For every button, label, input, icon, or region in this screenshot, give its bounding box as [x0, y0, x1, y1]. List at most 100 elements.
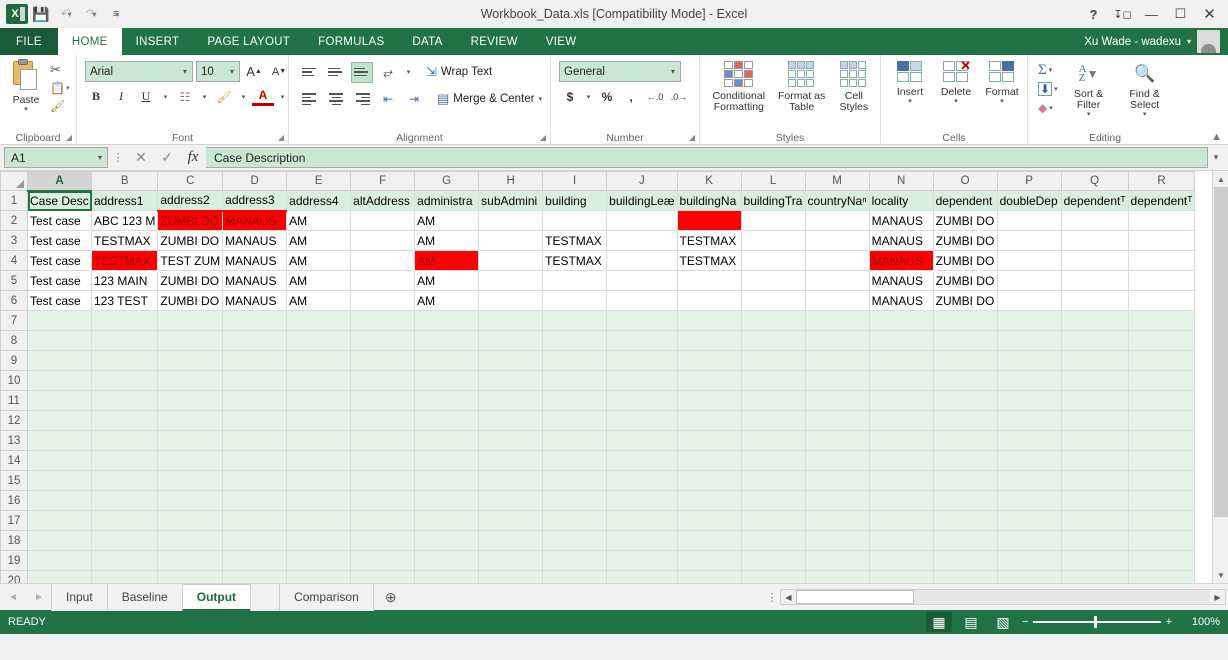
cell-B8[interactable] [91, 330, 159, 351]
cell-Q2[interactable] [1061, 210, 1129, 231]
cell-H10[interactable] [478, 370, 544, 391]
fill-color-icon[interactable]: 🖌 [213, 86, 235, 107]
cell-I5[interactable] [542, 270, 608, 291]
cell-R13[interactable] [1128, 430, 1196, 451]
vertical-scroll-thumb[interactable] [1214, 187, 1228, 517]
vertical-scrollbar[interactable]: ▲ ▼ [1212, 171, 1228, 583]
cell-M19[interactable] [805, 550, 870, 571]
paste-button[interactable]: Paste ▾ [4, 59, 48, 113]
sheet-tab-comparison[interactable]: Comparison [279, 583, 374, 611]
cell-N9[interactable] [869, 350, 934, 371]
format-painter-button[interactable]: 🖌 [50, 97, 69, 115]
cell-A20[interactable] [27, 570, 92, 583]
cell-M12[interactable] [805, 410, 870, 431]
cell-Q9[interactable] [1061, 350, 1129, 371]
cell-M11[interactable] [805, 390, 870, 411]
cell-H2[interactable] [478, 210, 544, 231]
cell-M14[interactable] [805, 450, 870, 471]
cell-L15[interactable] [741, 470, 806, 491]
cell-B9[interactable] [91, 350, 159, 371]
cell-B13[interactable] [91, 430, 159, 451]
cell-K13[interactable] [677, 430, 742, 451]
cell-J8[interactable] [606, 330, 678, 351]
cell-D6[interactable]: MANAUS [222, 290, 288, 311]
cell-N11[interactable] [869, 390, 934, 411]
column-header-C[interactable]: C [157, 171, 224, 191]
cell-J4[interactable] [606, 250, 678, 271]
minimize-button[interactable]: — [1137, 2, 1166, 26]
row-header-17[interactable]: 17 [0, 510, 28, 531]
cell-A19[interactable] [27, 550, 92, 571]
cell-A3[interactable]: Test case [27, 230, 92, 251]
cell-E3[interactable]: AM [286, 230, 352, 251]
cell-K3[interactable]: TESTMAX [677, 230, 742, 251]
column-header-M[interactable]: M [804, 171, 870, 191]
cell-C17[interactable] [157, 510, 224, 531]
cell-E11[interactable] [286, 390, 352, 411]
cell-L10[interactable] [741, 370, 806, 391]
dialog-launcher-icon[interactable]: ◢ [66, 133, 72, 142]
cell-O4[interactable]: ZUMBI DO [933, 250, 998, 271]
cell-M17[interactable] [805, 510, 870, 531]
cell-C16[interactable] [157, 490, 224, 511]
dialog-launcher-icon[interactable]: ◢ [689, 133, 695, 142]
cell-F9[interactable] [350, 350, 416, 371]
cell-C9[interactable] [157, 350, 224, 371]
cell-J18[interactable] [606, 530, 678, 551]
cell-G7[interactable] [414, 310, 480, 331]
cell-M1[interactable]: countryNaⁿ [805, 190, 870, 211]
borders-dropdown[interactable]: ▾ [199, 86, 210, 107]
cell-C19[interactable] [157, 550, 224, 571]
undo-icon[interactable]: ↶ ▾ [54, 3, 78, 25]
cell-I19[interactable] [542, 550, 608, 571]
cell-A15[interactable] [27, 470, 92, 491]
cut-button[interactable]: ✂ [50, 61, 69, 79]
cell-E9[interactable] [286, 350, 352, 371]
cell-N4[interactable]: MANAUS [869, 250, 934, 271]
cell-K8[interactable] [677, 330, 742, 351]
cell-N18[interactable] [869, 530, 934, 551]
cell-I20[interactable] [542, 570, 608, 583]
cell-D4[interactable]: MANAUS [222, 250, 288, 271]
zoom-in-button[interactable]: + [1166, 616, 1172, 628]
cell-J15[interactable] [606, 470, 678, 491]
column-header-Q[interactable]: Q [1060, 171, 1129, 191]
cell-I16[interactable] [542, 490, 608, 511]
cell-H11[interactable] [478, 390, 544, 411]
next-sheet-icon[interactable]: ► [34, 592, 44, 603]
cell-B10[interactable] [91, 370, 159, 391]
cell-O14[interactable] [933, 450, 998, 471]
cell-K11[interactable] [677, 390, 742, 411]
cell-P3[interactable] [997, 230, 1062, 251]
cell-Q8[interactable] [1061, 330, 1129, 351]
cell-P19[interactable] [997, 550, 1062, 571]
cell-D18[interactable] [222, 530, 288, 551]
cell-O15[interactable] [933, 470, 998, 491]
cell-H12[interactable] [478, 410, 544, 431]
cell-R11[interactable] [1128, 390, 1196, 411]
zoom-percentage[interactable]: 100% [1178, 616, 1220, 628]
cell-L12[interactable] [741, 410, 806, 431]
restore-button[interactable]: ☐ [1166, 2, 1195, 26]
cell-L7[interactable] [741, 310, 806, 331]
cell-H20[interactable] [478, 570, 544, 583]
cell-F2[interactable] [350, 210, 416, 231]
cell-R14[interactable] [1128, 450, 1196, 471]
cell-I6[interactable] [542, 290, 608, 311]
cell-O16[interactable] [933, 490, 998, 511]
cell-H8[interactable] [478, 330, 544, 351]
cell-C13[interactable] [157, 430, 224, 451]
cell-L2[interactable] [741, 210, 806, 231]
cell-B5[interactable]: 123 MAIN [91, 270, 159, 291]
row-header-10[interactable]: 10 [0, 370, 28, 391]
cell-M8[interactable] [805, 330, 870, 351]
increase-indent-icon[interactable]: ⇥ [403, 89, 425, 110]
row-header-18[interactable]: 18 [0, 530, 28, 551]
tab-view[interactable]: VIEW [532, 28, 591, 55]
cell-L6[interactable] [741, 290, 806, 311]
cell-A16[interactable] [27, 490, 92, 511]
cell-F4[interactable] [350, 250, 416, 271]
cell-B16[interactable] [91, 490, 159, 511]
cell-K9[interactable] [677, 350, 742, 371]
cell-E1[interactable]: address4 [286, 190, 352, 211]
